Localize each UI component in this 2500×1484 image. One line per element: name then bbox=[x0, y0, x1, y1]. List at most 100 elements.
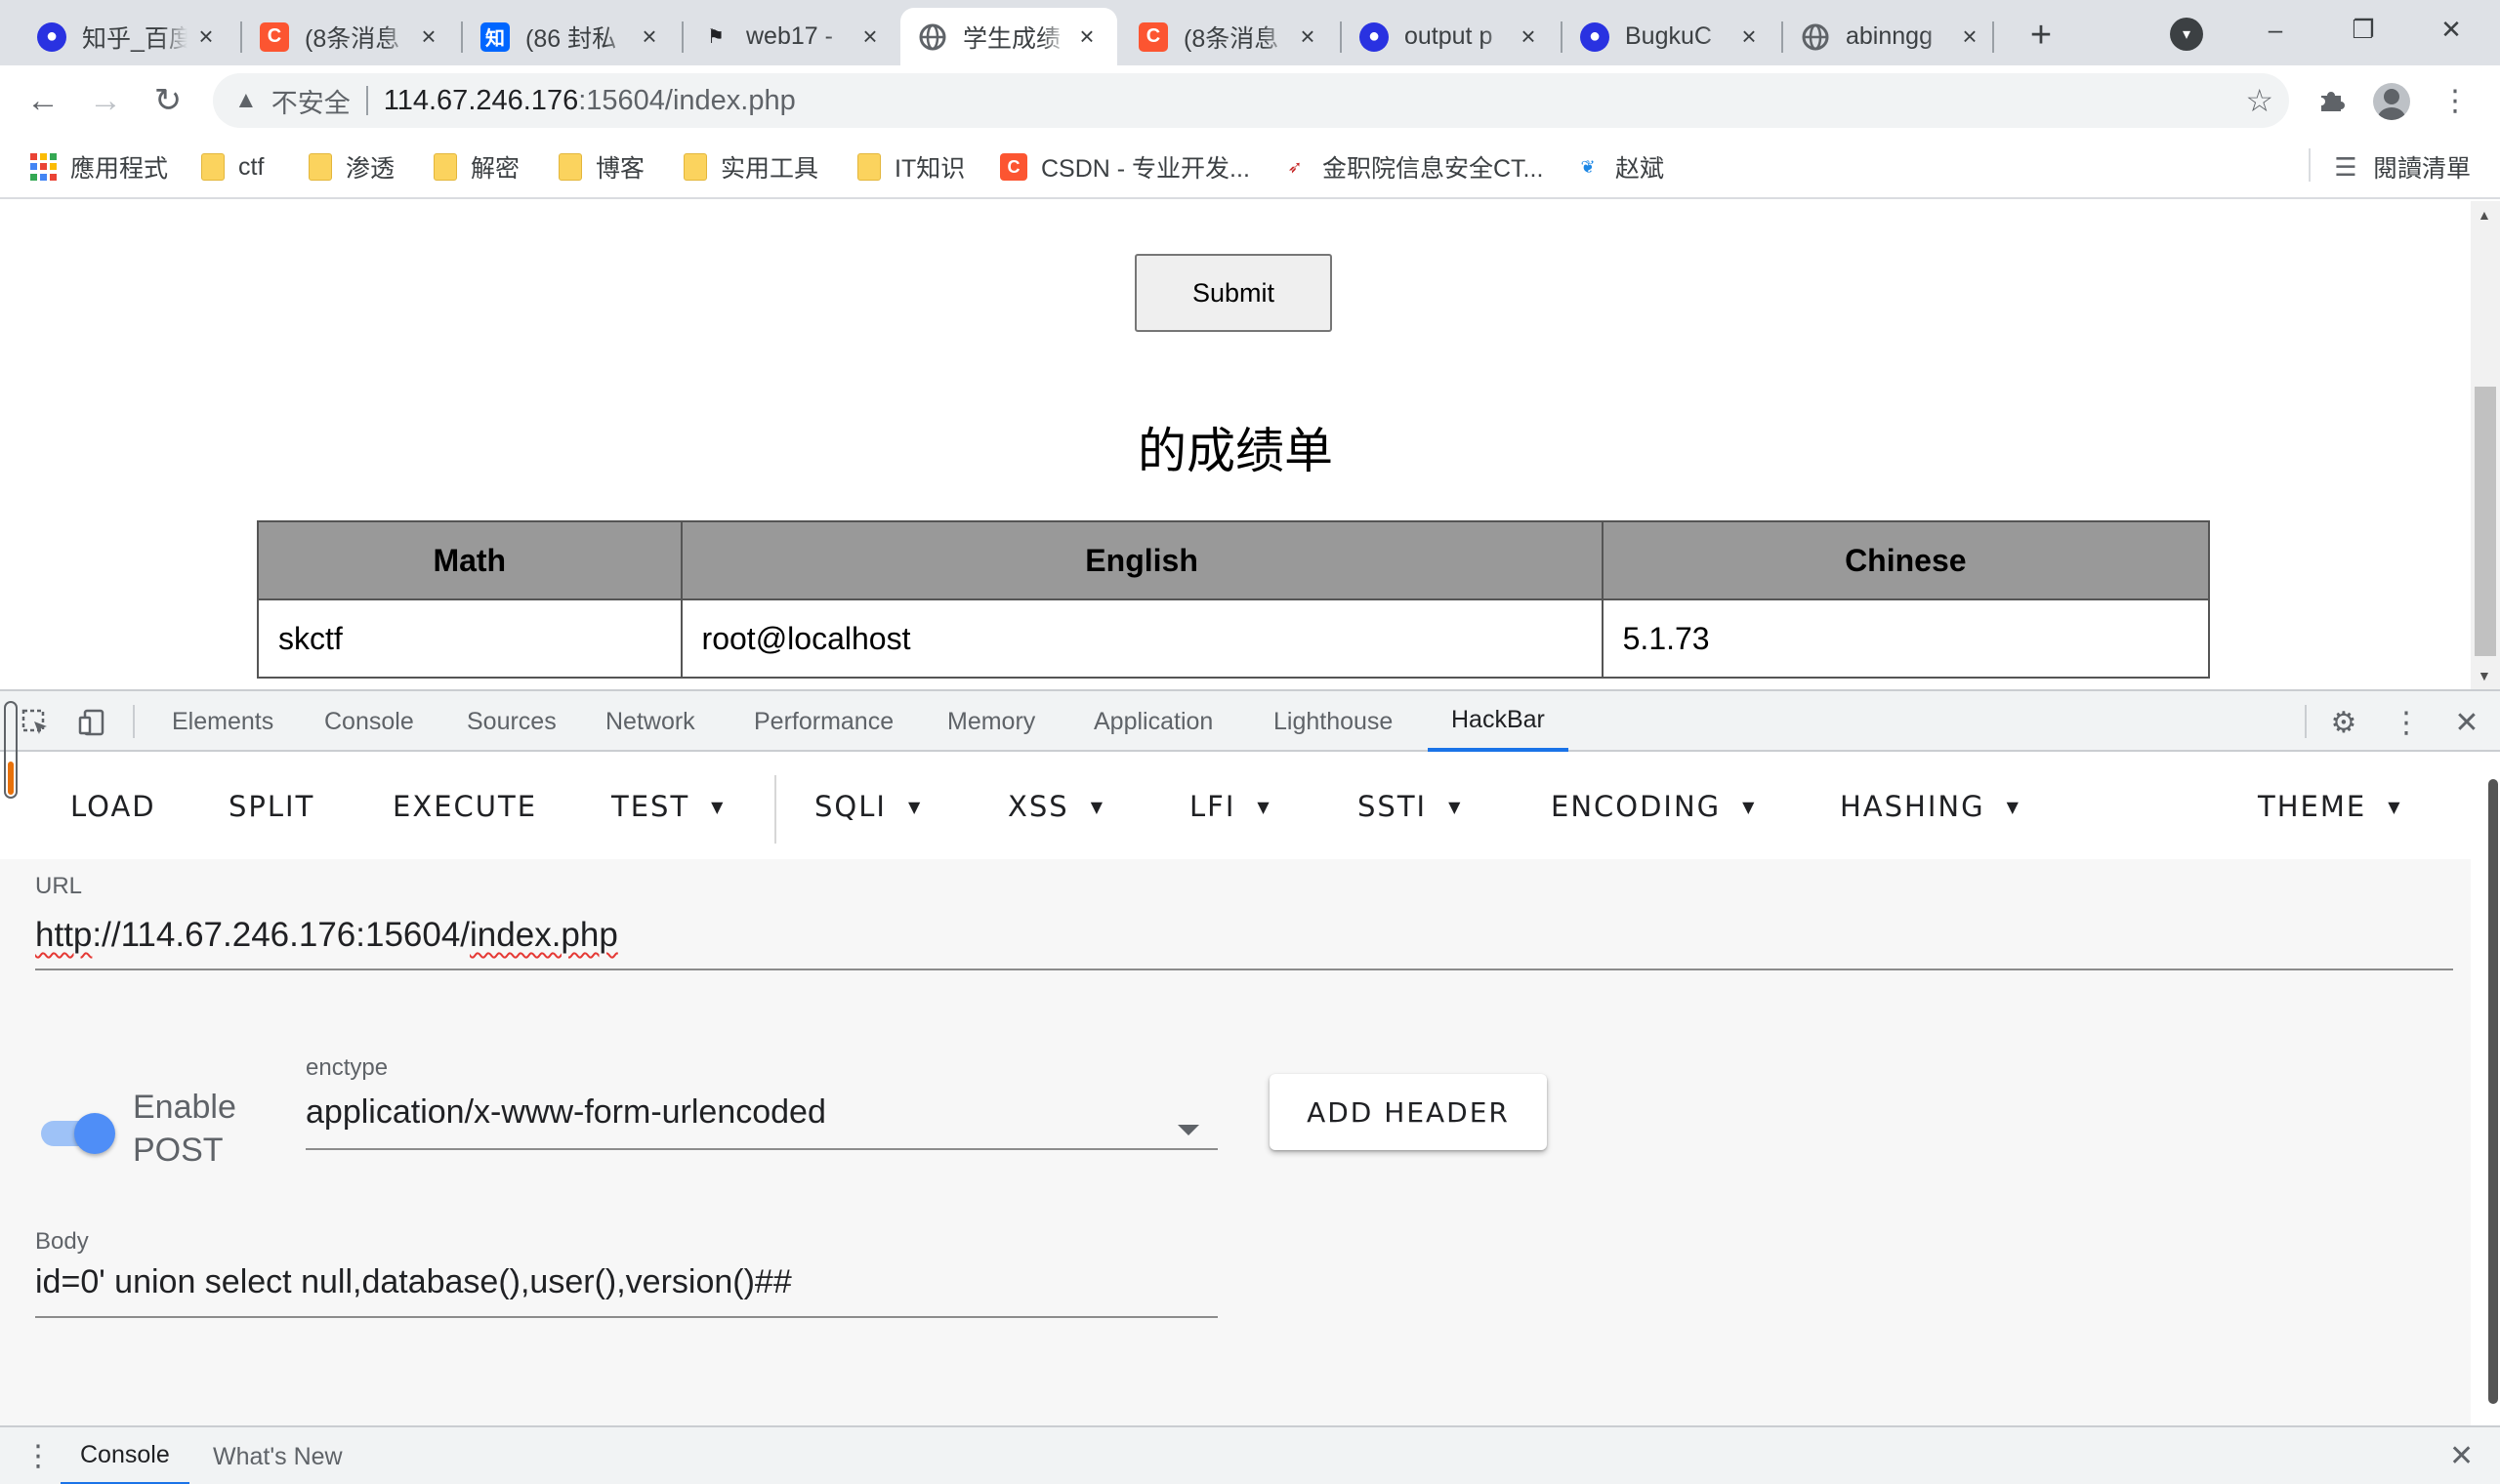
bookmark-folder-tools[interactable]: 实用工具 bbox=[684, 147, 818, 186]
browser-tab[interactable]: ● output p × bbox=[1342, 8, 1559, 65]
not-secure-label[interactable]: 不安全 bbox=[271, 82, 351, 120]
tab-search-icon[interactable]: ▾ bbox=[2170, 18, 2203, 51]
inspect-element-icon[interactable] bbox=[16, 703, 55, 742]
close-icon[interactable]: × bbox=[1736, 21, 1762, 51]
profile-avatar-icon[interactable] bbox=[2373, 83, 2410, 120]
globe-icon bbox=[918, 22, 947, 52]
hackbar-encoding-menu[interactable]: ENCODING ▼ bbox=[1551, 785, 1756, 828]
browser-tab[interactable]: abinngg × bbox=[1783, 8, 2000, 65]
close-icon[interactable]: × bbox=[416, 21, 441, 51]
new-tab-button[interactable]: + bbox=[2020, 14, 2062, 57]
body-field[interactable]: id=0' union select null,database(),user(… bbox=[35, 1263, 792, 1301]
bookmark-folder-decrypt[interactable]: 解密 bbox=[434, 147, 520, 186]
bookmark-star-icon[interactable]: ☆ bbox=[2245, 82, 2273, 119]
bookmark-folder-blog[interactable]: 博客 bbox=[559, 147, 645, 186]
browser-tab[interactable]: ⚑ web17 - × bbox=[684, 8, 900, 65]
browser-tab[interactable]: C (8条消息 × bbox=[242, 8, 459, 65]
select-caret-icon[interactable] bbox=[1178, 1125, 1199, 1135]
enctype-underline bbox=[306, 1148, 1218, 1150]
bookmark-jinzhi-ctf[interactable]: ➶ 金职院信息安全CT... bbox=[1281, 147, 1543, 186]
close-icon[interactable]: × bbox=[637, 21, 662, 51]
forward-arrow-icon[interactable]: → bbox=[84, 79, 127, 122]
page-scrollbar[interactable]: ▲ ▼ bbox=[2471, 201, 2500, 689]
scrollbar-thumb[interactable] bbox=[2488, 779, 2498, 1404]
more-options-icon[interactable]: ⋮ bbox=[2387, 703, 2426, 742]
url-field[interactable]: http://114.67.246.176:15604/index.php bbox=[35, 916, 618, 955]
close-icon[interactable]: × bbox=[1295, 21, 1320, 51]
folder-icon bbox=[559, 153, 582, 181]
bookmark-csdn[interactable]: C CSDN - 专业开发... bbox=[1000, 147, 1250, 186]
warning-triangle-icon: ▲ bbox=[234, 87, 258, 113]
close-drawer-icon[interactable]: ✕ bbox=[2449, 1439, 2474, 1473]
scroll-down-arrow-icon[interactable]: ▼ bbox=[2478, 668, 2491, 683]
browser-tab[interactable]: 知 (86 封私 × bbox=[463, 8, 680, 65]
hackbar-test-menu[interactable]: TEST ▼ bbox=[611, 785, 725, 828]
hackbar-sqli-menu[interactable]: SQLI ▼ bbox=[814, 785, 922, 828]
tab-application[interactable]: Application bbox=[1094, 691, 1213, 752]
tab-title: BugkuC bbox=[1625, 22, 1712, 50]
reload-icon[interactable]: ↻ bbox=[146, 79, 189, 122]
tab-elements[interactable]: Elements bbox=[172, 691, 273, 752]
dropdown-caret-icon: ▼ bbox=[1742, 797, 1757, 816]
close-icon[interactable]: × bbox=[1957, 21, 1982, 51]
hackbar-scrollbar[interactable] bbox=[2471, 752, 2500, 1425]
hackbar-split-button[interactable]: SPLIT bbox=[229, 785, 314, 828]
close-icon[interactable]: × bbox=[1074, 21, 1100, 51]
drawer-menu-icon[interactable]: ⋮ bbox=[23, 1439, 53, 1473]
close-icon[interactable]: × bbox=[1516, 21, 1541, 51]
scroll-up-arrow-icon[interactable]: ▲ bbox=[2478, 207, 2491, 223]
hackbar-load-button[interactable]: LOAD bbox=[70, 785, 156, 828]
enctype-select[interactable]: application/x-www-form-urlencoded bbox=[306, 1093, 826, 1132]
drawer-tab-whats-new[interactable]: What's New bbox=[213, 1427, 343, 1484]
hackbar-lfi-menu[interactable]: LFI ▼ bbox=[1189, 785, 1271, 828]
browser-tab[interactable]: ● 知乎_百度 × bbox=[20, 8, 236, 65]
tab-sources[interactable]: Sources bbox=[467, 691, 557, 752]
add-header-button[interactable]: ADD HEADER bbox=[1270, 1074, 1547, 1150]
close-devtools-icon[interactable]: ✕ bbox=[2447, 703, 2486, 742]
bookmark-zhaobin[interactable]: ❦ 赵斌 bbox=[1574, 147, 1664, 186]
bookmark-folder-it[interactable]: IT知识 bbox=[857, 147, 965, 186]
scrollbar-thumb[interactable] bbox=[2475, 387, 2496, 656]
tab-hackbar[interactable]: HackBar bbox=[1428, 691, 1568, 752]
tab-network[interactable]: Network bbox=[605, 691, 695, 752]
tab-memory[interactable]: Memory bbox=[947, 691, 1035, 752]
bookmark-folder-ctf[interactable]: ctf bbox=[201, 147, 264, 186]
chrome-menu-icon[interactable]: ⋮ bbox=[2434, 79, 2477, 122]
tab-lighthouse[interactable]: Lighthouse bbox=[1273, 691, 1393, 752]
close-icon[interactable]: × bbox=[193, 21, 219, 51]
url-scheme: http bbox=[35, 916, 93, 954]
hackbar-ssti-menu[interactable]: SSTI ▼ bbox=[1357, 785, 1462, 828]
tab-performance[interactable]: Performance bbox=[754, 691, 894, 752]
minimize-icon[interactable]: – bbox=[2246, 10, 2305, 49]
settings-gear-icon[interactable]: ⚙ bbox=[2324, 703, 2363, 742]
browser-tab-active[interactable]: 学生成绩 × bbox=[900, 8, 1117, 65]
enable-post-toggle[interactable] bbox=[37, 1107, 119, 1154]
tab-title: (86 封私 bbox=[525, 24, 617, 53]
reading-list-button[interactable]: ☰ 閱讀清單 bbox=[2332, 147, 2471, 186]
console-drawer: ⋮ Console What's New ✕ bbox=[0, 1425, 2500, 1484]
panel-resize-handle[interactable] bbox=[4, 701, 18, 799]
body-field-underline bbox=[35, 1316, 1218, 1318]
hackbar-xss-menu[interactable]: XSS ▼ bbox=[1008, 785, 1104, 828]
tab-strip: ● 知乎_百度 × C (8条消息 × 知 (86 封私 × ⚑ web17 -… bbox=[0, 0, 2500, 65]
browser-tab[interactable]: ● BugkuC × bbox=[1562, 8, 1779, 65]
browser-tab[interactable]: C (8条消息 × bbox=[1121, 8, 1338, 65]
window-close-icon[interactable]: ✕ bbox=[2422, 10, 2480, 49]
back-arrow-icon[interactable]: ← bbox=[21, 79, 64, 122]
extensions-puzzle-icon[interactable] bbox=[2311, 79, 2354, 122]
drawer-tab-console[interactable]: Console bbox=[61, 1427, 189, 1484]
url-field-underline bbox=[35, 969, 2453, 970]
hackbar-execute-button[interactable]: EXECUTE bbox=[393, 785, 537, 828]
restore-icon[interactable]: ❐ bbox=[2334, 10, 2393, 49]
address-bar[interactable]: ▲ 不安全 114.67.246.176 :15604/index.php ☆ bbox=[213, 73, 2289, 128]
baidu-paw-icon: ● bbox=[1580, 21, 1609, 52]
dropdown-caret-icon: ▼ bbox=[1257, 797, 1271, 816]
tab-console[interactable]: Console bbox=[324, 691, 414, 752]
close-icon[interactable]: × bbox=[857, 21, 883, 51]
device-toolbar-icon[interactable] bbox=[72, 703, 111, 742]
bookmark-folder-pentest[interactable]: 渗透 bbox=[309, 147, 395, 186]
hackbar-theme-menu[interactable]: THEME ▼ bbox=[2258, 785, 2402, 828]
hackbar-hashing-menu[interactable]: HASHING ▼ bbox=[1840, 785, 2021, 828]
submit-button[interactable]: Submit bbox=[1135, 254, 1332, 332]
bookmark-apps[interactable]: 應用程式 bbox=[29, 147, 168, 186]
